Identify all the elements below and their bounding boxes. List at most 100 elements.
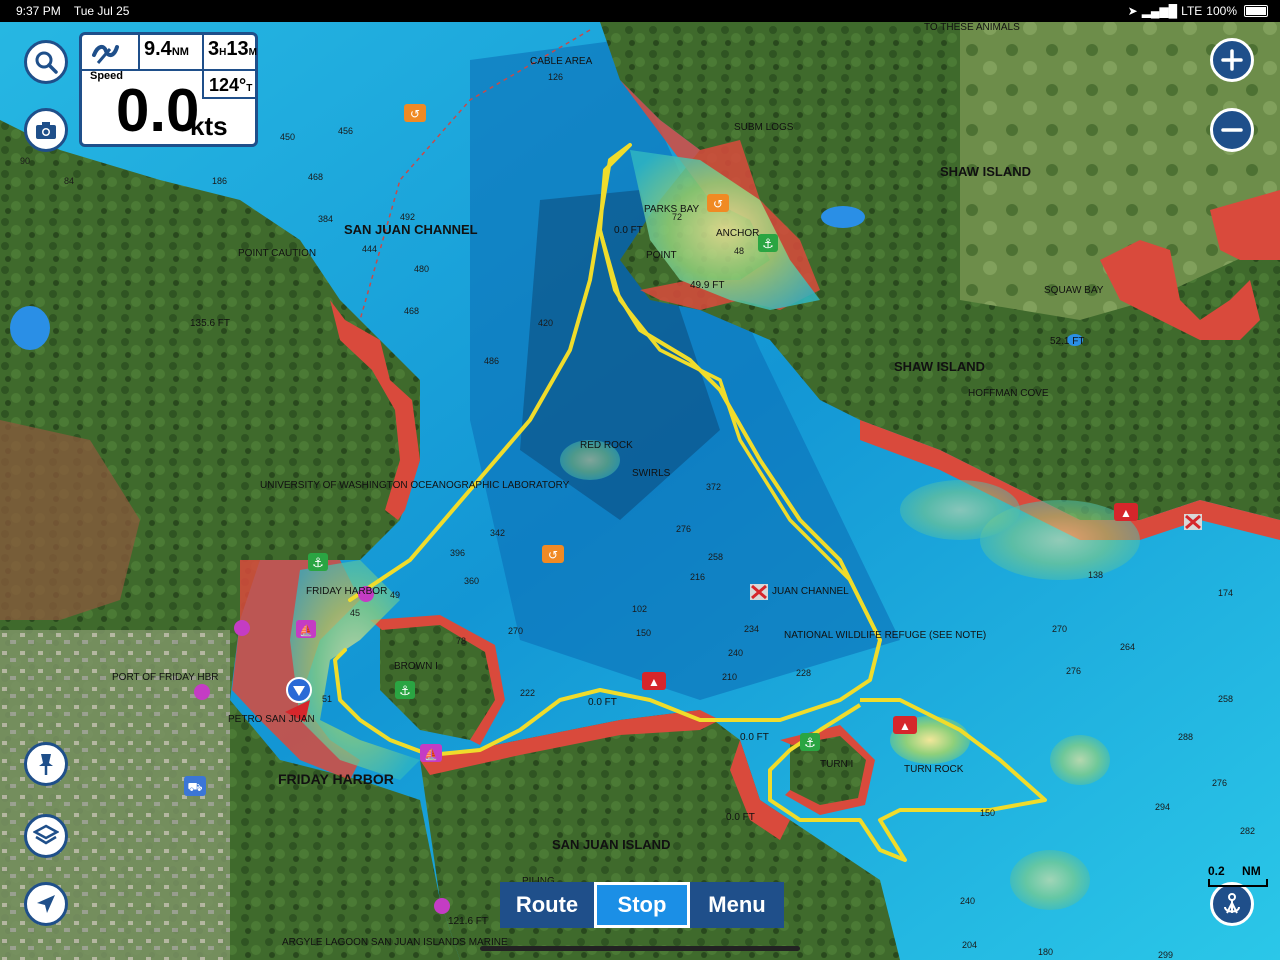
plus-icon (1221, 49, 1243, 71)
menu-button[interactable]: Menu (690, 882, 784, 928)
svg-text:↺: ↺ (548, 548, 558, 562)
layers-icon (33, 824, 59, 845)
signal-icon: ▂▄▆█ (1141, 4, 1178, 18)
ramp-marker[interactable]: ↺ (542, 545, 564, 563)
sounding: 234 (744, 624, 759, 634)
svg-text:▲: ▲ (1120, 506, 1132, 520)
network-label: LTE (1181, 4, 1203, 18)
sounding: 186 (212, 176, 227, 186)
eta-readout: 3H13M (208, 38, 257, 61)
sounding: 264 (1120, 642, 1135, 652)
search-icon (35, 51, 58, 74)
sounding: 138 (1088, 570, 1103, 580)
heading-readout: 124°T (209, 75, 252, 96)
map-label: TO THESE ANIMALS (924, 22, 1020, 33)
sounding: 270 (508, 626, 523, 636)
hazard-marker[interactable]: ▲ (1114, 503, 1138, 521)
heading-ref: T (246, 83, 253, 94)
svg-text:⛵: ⛵ (424, 748, 438, 761)
location-button[interactable] (24, 882, 68, 926)
zoom-out-button[interactable] (1210, 108, 1254, 152)
panel-divider (202, 69, 204, 97)
map-label: NATIONAL WILDLIFE REFUGE (SEE NOTE) (784, 630, 986, 641)
depth-label: 0.0 FT (588, 697, 617, 708)
battery-icon (1244, 5, 1268, 17)
hazard-marker[interactable]: ▲ (893, 716, 917, 734)
eta-hours: 3 (208, 38, 220, 60)
route-button[interactable]: Route (500, 882, 594, 928)
marina-marker[interactable] (234, 620, 250, 636)
scale-unit: NM (1242, 864, 1261, 878)
scale-bar: 0.2 NM (1208, 864, 1268, 887)
hazard-marker[interactable]: ▲ (642, 672, 666, 690)
camera-button[interactable] (24, 108, 68, 152)
marina-marker[interactable]: ⛵ (420, 744, 442, 762)
wreck-marker[interactable] (1184, 514, 1202, 530)
status-bar: 9:37 PM Tue Jul 25 ➤ ▂▄▆█ LTE 100% (0, 0, 1280, 22)
sounding: 299 (1158, 950, 1173, 960)
sounding: 150 (636, 628, 651, 638)
sounding: 450 (280, 132, 295, 142)
sounding: 216 (690, 572, 705, 582)
sounding: 210 (722, 672, 737, 682)
stop-button[interactable]: Stop (594, 882, 690, 928)
anchorage-marker[interactable]: ⚓ (758, 234, 778, 252)
sounding: 468 (404, 306, 419, 316)
eta-minutes: 13 (226, 38, 249, 60)
sounding: 204 (962, 940, 977, 950)
sounding: 468 (308, 172, 323, 182)
layers-button[interactable] (24, 814, 68, 858)
ramp-marker[interactable]: ↺ (404, 104, 426, 122)
svg-text:⛵: ⛵ (299, 624, 313, 637)
wreck-marker[interactable] (750, 584, 768, 600)
marina-marker[interactable] (194, 684, 210, 700)
bottom-toolbar: Route Stop Menu (500, 882, 784, 928)
sounding: 420 (538, 318, 553, 328)
anchorage-marker[interactable]: ⚓ (308, 553, 328, 571)
anchorage-marker[interactable]: ⚓ (800, 733, 820, 751)
pin-button[interactable] (24, 742, 68, 786)
navigation-data-panel[interactable]: 9.4NM 3H13M Speed 0.0 kts 124°T (79, 32, 258, 147)
sounding: 372 (706, 482, 721, 492)
shop-marker[interactable]: ⛟ (184, 776, 206, 796)
sounding: 360 (464, 576, 479, 586)
sounding: 396 (450, 548, 465, 558)
sounding: 49 (390, 590, 400, 600)
sounding: 486 (484, 356, 499, 366)
map-label: PORT OF FRIDAY HBR (112, 672, 219, 683)
map-label: RED ROCK (580, 440, 633, 451)
scale-value: 0.2 (1208, 864, 1225, 878)
sounding: 174 (1218, 588, 1233, 598)
sounding: 240 (728, 648, 743, 658)
anchor-alarm-button[interactable] (1210, 882, 1254, 926)
ramp-marker[interactable]: ↺ (707, 194, 729, 212)
depth-label: 52.1 FT (1050, 336, 1084, 347)
map-label: PETRO SAN JUAN (228, 714, 315, 725)
sounding: 276 (1212, 778, 1227, 788)
sounding: 180 (1038, 947, 1053, 957)
map-label: UNIVERSITY OF WASHINGTON OCEANOGRAPHIC L… (260, 480, 570, 491)
map-label: SHAW ISLAND (894, 359, 985, 374)
map-label: ANCHOR (716, 228, 759, 239)
speed-value: 0.0 (116, 77, 200, 144)
svg-text:⚓: ⚓ (399, 683, 411, 698)
search-button[interactable] (24, 40, 68, 84)
map-label: SAN JUAN ISLAND (552, 837, 670, 852)
svg-text:↺: ↺ (410, 107, 420, 121)
anchorage-marker[interactable]: ⚓ (395, 681, 415, 699)
svg-text:▲: ▲ (899, 719, 911, 733)
zoom-in-button[interactable] (1210, 38, 1254, 82)
marina-marker[interactable]: ⛵ (296, 620, 316, 638)
sounding: 78 (456, 636, 466, 646)
status-time: 9:37 PM (16, 4, 61, 18)
map-label: SAN JUAN CHANNEL (344, 222, 478, 237)
eta-minutes-unit: M (248, 47, 257, 58)
sounding: 102 (632, 604, 647, 614)
marina-marker[interactable] (434, 898, 450, 914)
sounding: 222 (520, 688, 535, 698)
home-indicator[interactable] (480, 946, 800, 951)
map-label: JUAN CHANNEL (772, 586, 849, 597)
panel-divider (202, 35, 204, 69)
sounding: 456 (338, 126, 353, 136)
sounding: 72 (672, 212, 682, 222)
